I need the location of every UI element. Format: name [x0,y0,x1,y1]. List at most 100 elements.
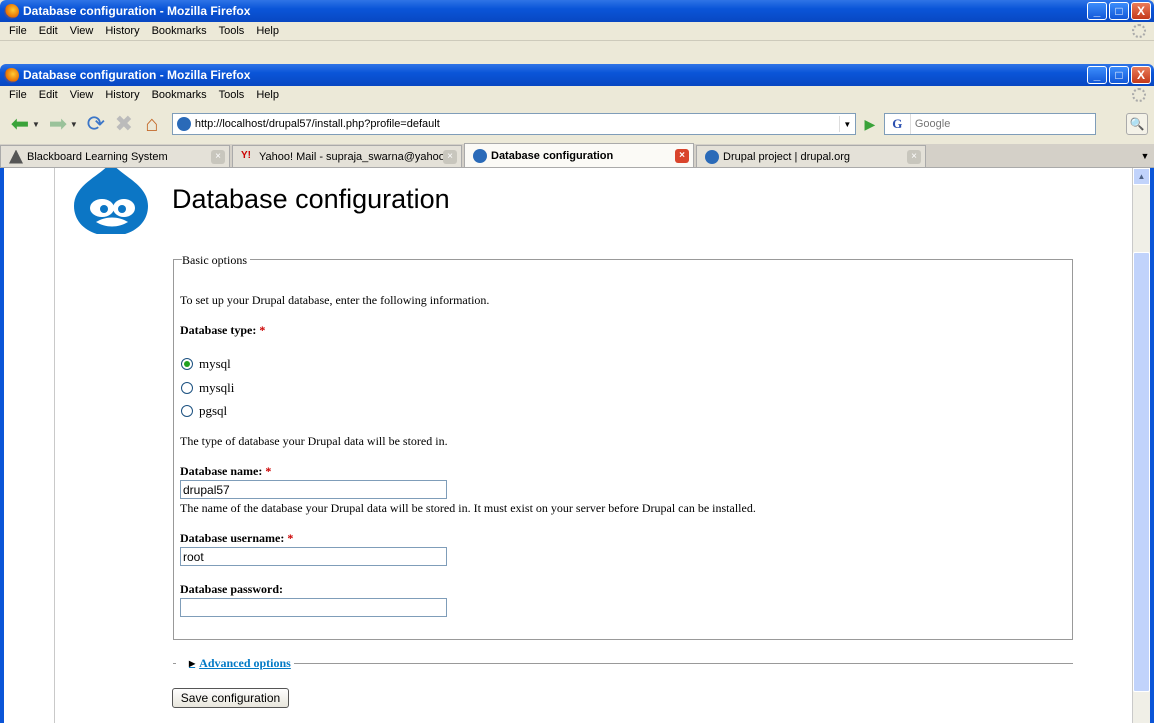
inner-close-button[interactable]: X [1131,66,1151,84]
outer-maximize-button[interactable]: □ [1109,2,1129,20]
navigation-toolbar: ⬅ ▼ ➡ ▼ ⟳ ✖ ⌂ ▼ ▶ G 🔍 [0,104,1154,144]
tab-yahoo-mail[interactable]: Y! Yahoo! Mail - supraja_swarna@yahoo...… [232,145,462,167]
menu-edit[interactable]: Edit [33,25,64,37]
tab-drupal-project[interactable]: Drupal project | drupal.org × [696,145,926,167]
outer-titlebar[interactable]: Database configuration - Mozilla Firefox… [0,0,1154,22]
save-configuration-button[interactable]: Save configuration [172,688,289,708]
throbber-icon [1132,24,1146,38]
outer-menubar: File Edit View History Bookmarks Tools H… [0,22,1154,41]
db-username-label-text: Database username: [180,531,285,545]
tab-close-icon[interactable]: × [211,149,225,164]
advanced-options-toggle[interactable]: ▶ Advanced options [176,656,294,671]
radio-pgsql-label: pgsql [199,403,228,418]
tab-label: Blackboard Learning System [27,150,168,163]
db-password-label: Database password: [180,582,284,596]
radio-mysqli-label: mysqli [199,380,235,395]
menu-edit[interactable]: Edit [33,89,64,101]
vertical-scrollbar[interactable]: ▲ [1133,168,1150,723]
yahoo-icon: Y! [241,149,251,161]
menu-bookmarks[interactable]: Bookmarks [146,25,213,37]
firefox-icon [4,67,19,83]
db-type-description: The type of database your Drupal data wi… [180,434,448,448]
menu-view[interactable]: View [64,25,100,37]
inner-menubar: File Edit View History Bookmarks Tools H… [0,86,1154,105]
back-arrow-icon[interactable]: ⬅ [6,110,34,138]
radio-mysqli[interactable]: mysqli [181,380,234,396]
db-name-input[interactable] [180,480,447,499]
db-type-label: Database type: * [180,323,265,338]
db-username-input[interactable] [180,547,447,566]
drupal-logo-icon [74,168,148,234]
radio-mysql[interactable]: mysql [181,356,231,372]
radio-pgsql[interactable]: pgsql [181,403,227,419]
scroll-up-arrow-icon[interactable]: ▲ [1133,168,1150,185]
outer-window-title: Database configuration - Mozilla Firefox [23,4,251,18]
reload-icon[interactable]: ⟳ [82,110,110,138]
menu-history[interactable]: History [99,25,145,37]
required-marker: * [287,531,294,545]
menu-help[interactable]: Help [250,89,285,101]
tab-list-dropdown-icon[interactable]: ▼ [1136,145,1154,167]
outer-close-button[interactable]: X [1131,2,1151,20]
required-marker: * [265,464,272,478]
tab-blackboard[interactable]: Blackboard Learning System × [0,145,230,167]
menu-tools[interactable]: Tools [213,89,251,101]
menu-bookmarks[interactable]: Bookmarks [146,89,213,101]
blackboard-icon [9,149,23,164]
inner-window-title: Database configuration - Mozilla Firefox [23,68,251,82]
back-dropdown-icon[interactable]: ▼ [32,120,40,129]
home-icon[interactable]: ⌂ [138,110,166,138]
radio-button[interactable] [181,382,193,394]
menu-tools[interactable]: Tools [213,25,251,37]
url-bar[interactable]: ▼ [171,113,856,135]
basic-options-fieldset [173,259,1073,640]
radio-button[interactable] [181,405,193,417]
throbber-icon [1132,88,1146,102]
intro-text: To set up your Drupal database, enter th… [180,293,490,307]
forward-arrow-icon[interactable]: ➡ [44,110,72,138]
forward-dropdown-icon[interactable]: ▼ [70,120,78,129]
advanced-options-link[interactable]: Advanced options [199,656,291,671]
tab-label: Yahoo! Mail - supraja_swarna@yahoo.... [259,150,443,163]
radio-button-checked[interactable] [181,358,193,370]
stop-icon[interactable]: ✖ [110,110,138,138]
magnifier-icon[interactable]: 🔍 [1126,113,1148,135]
basic-options-legend: Basic options [182,253,250,268]
drupal-icon [705,149,719,164]
tab-bar: Blackboard Learning System × Y! Yahoo! M… [0,143,1154,168]
menu-view[interactable]: View [64,89,100,101]
url-history-dropdown-icon[interactable]: ▼ [838,116,855,132]
db-name-label: Database name: * [180,464,271,479]
db-name-description: The name of the database your Drupal dat… [180,501,756,515]
tab-close-icon[interactable]: × [443,149,457,164]
menu-file[interactable]: File [3,25,33,37]
window-frame-left [0,168,4,723]
db-password-input[interactable] [180,598,447,617]
firefox-icon [4,3,19,19]
inner-minimize-button[interactable]: _ [1087,66,1107,84]
tab-close-icon[interactable]: × [907,149,921,164]
google-engine-icon[interactable]: G [885,114,911,134]
go-arrow-icon[interactable]: ▶ [860,114,880,134]
menu-history[interactable]: History [99,89,145,101]
db-username-label: Database username: * [180,531,293,546]
url-input[interactable] [194,118,839,130]
tab-close-icon[interactable]: × [675,148,689,163]
tab-database-configuration[interactable]: Database configuration × [464,143,694,167]
menu-file[interactable]: File [3,89,33,101]
scrollbar-thumb[interactable] [1133,252,1150,692]
required-marker: * [259,323,266,337]
inner-titlebar[interactable]: Database configuration - Mozilla Firefox… [0,64,1154,86]
tab-label: Drupal project | drupal.org [723,150,850,163]
inner-maximize-button[interactable]: □ [1109,66,1129,84]
search-bar[interactable]: G [883,113,1096,135]
collapse-triangle-icon: ▶ [189,659,196,668]
radio-mysql-label: mysql [199,356,231,371]
db-name-label-text: Database name: [180,464,263,478]
search-input[interactable] [910,118,1095,130]
page-title: Database configuration [172,184,450,214]
outer-minimize-button[interactable]: _ [1087,2,1107,20]
advanced-options-rule [173,663,1073,664]
db-type-label-text: Database type: [180,323,257,337]
menu-help[interactable]: Help [250,25,285,37]
